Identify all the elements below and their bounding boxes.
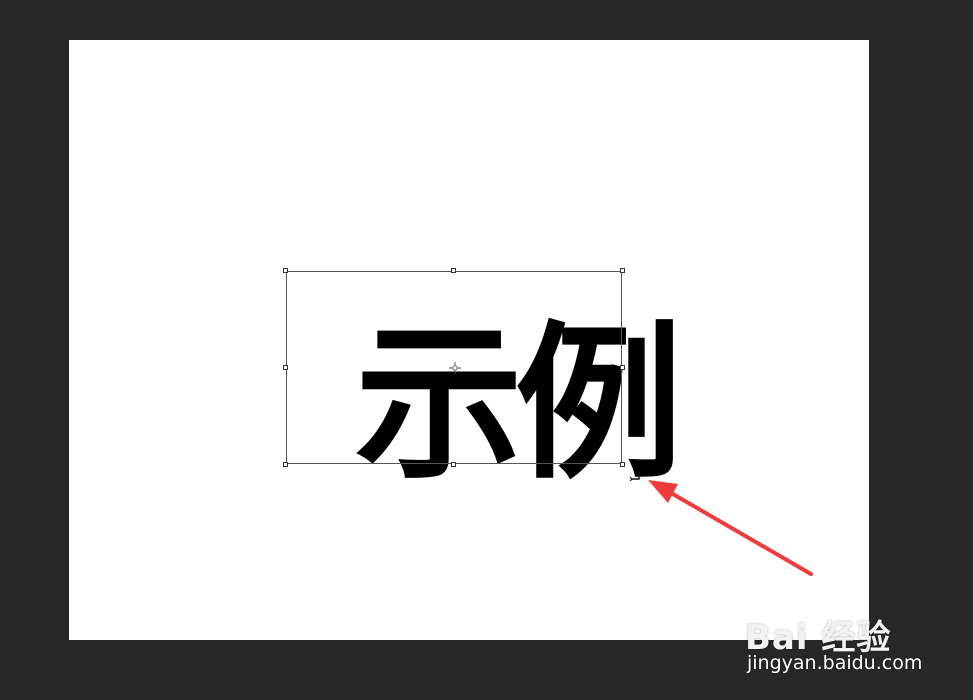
transform-handle-top-left[interactable] <box>283 268 288 273</box>
transform-handle-bottom-right[interactable] <box>620 462 625 467</box>
transform-handle-bottom-center[interactable] <box>451 462 456 467</box>
transform-bounding-box[interactable] <box>286 271 622 464</box>
watermark-url: jingyan.baidu.com <box>747 652 923 674</box>
transform-handle-top-right[interactable] <box>620 268 625 273</box>
transform-handle-middle-left[interactable] <box>283 365 288 370</box>
transform-handle-middle-right[interactable] <box>620 365 625 370</box>
transform-handle-bottom-left[interactable] <box>283 462 288 467</box>
baidu-watermark: Bai 经验 jingyan.baidu.com <box>745 598 945 678</box>
transform-handle-top-center[interactable] <box>451 268 456 273</box>
